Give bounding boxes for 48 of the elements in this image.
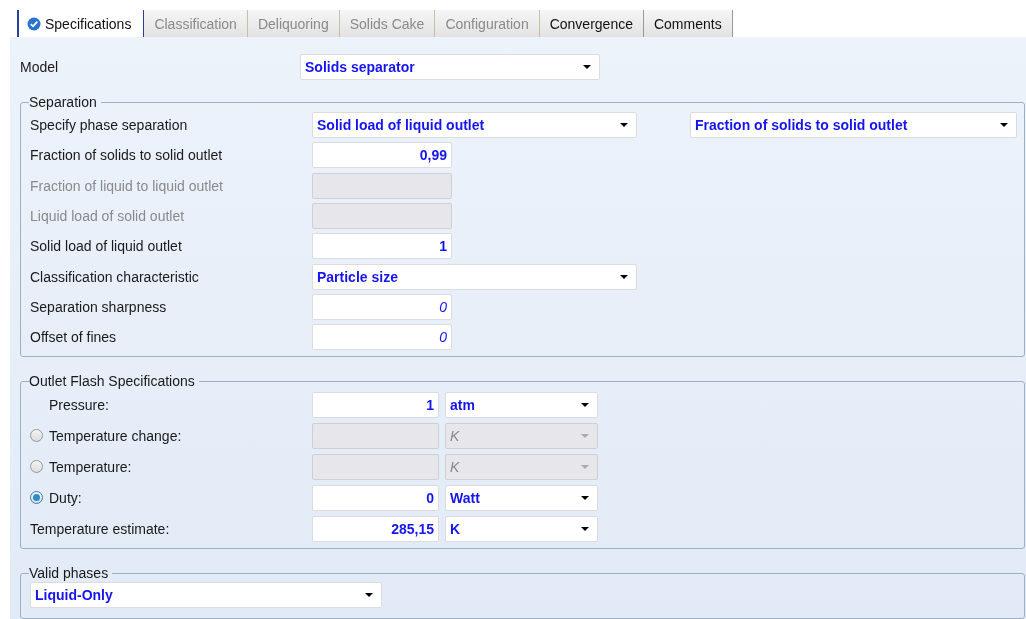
dropdown[interactable]: Particle size <box>312 263 637 290</box>
caret-icon <box>620 274 628 279</box>
unit-dropdown[interactable]: K <box>445 515 598 542</box>
caret-icon <box>365 593 373 598</box>
field-label: Separation sharpness <box>30 298 168 315</box>
field-label: Temperature estimate: <box>30 520 170 537</box>
input-field[interactable]: 0,99 <box>312 142 452 169</box>
unit-dropdown: K <box>445 453 598 480</box>
caret-icon <box>581 495 589 500</box>
caret-icon <box>581 402 589 407</box>
dropdown[interactable]: Fraction of solids to solid outlet <box>690 112 1017 139</box>
field-label: Duty: <box>49 489 82 506</box>
field-label: Temperature change: <box>49 427 182 444</box>
field-label: Offset of fines <box>30 329 118 346</box>
unit-dropdown[interactable]: Watt <box>445 484 598 511</box>
field-label: Solid load of liquid outlet <box>30 238 183 255</box>
group-title: Separation <box>29 94 98 110</box>
group-title: Outlet Flash Specifications <box>29 373 196 390</box>
check-circle-icon <box>27 16 41 31</box>
radio-button[interactable] <box>30 491 43 505</box>
caret-icon <box>620 123 628 128</box>
caret-icon <box>581 433 589 438</box>
tab[interactable]: Comments <box>643 10 733 37</box>
field-label: Temperature: <box>49 458 132 475</box>
field-label: Specify phase separation <box>30 117 189 134</box>
caret-icon <box>581 526 589 531</box>
input-field[interactable]: 0 <box>312 293 452 320</box>
dropdown[interactable]: Solid load of liquid outlet <box>312 112 637 139</box>
caret-icon <box>1000 123 1008 128</box>
field-label: Classification characteristic <box>30 268 200 285</box>
field-label: Fraction of solids to solid outlet <box>30 147 224 164</box>
unit-dropdown[interactable]: atm <box>445 391 598 418</box>
group-title: Valid phases <box>29 565 110 582</box>
caret-icon <box>581 464 589 469</box>
tab[interactable]: Convergence <box>539 10 644 37</box>
input-field[interactable]: 1 <box>312 233 452 260</box>
dropdown[interactable]: Liquid-Only <box>30 582 382 609</box>
field-label: Liquid load of solid outlet <box>30 208 186 225</box>
input-field[interactable]: 285,15 <box>312 515 439 542</box>
model-label: Model <box>20 59 60 75</box>
input-field[interactable]: 1 <box>312 391 439 418</box>
caret-icon <box>583 65 591 69</box>
model-dropdown[interactable]: Solids separator <box>300 54 600 80</box>
field-label: Fraction of liquid to liquid outlet <box>30 177 224 194</box>
input-field[interactable]: 0 <box>312 484 439 511</box>
field-label: Pressure: <box>49 396 109 413</box>
unit-dropdown: K <box>445 422 598 449</box>
input-field[interactable]: 0 <box>312 324 452 351</box>
